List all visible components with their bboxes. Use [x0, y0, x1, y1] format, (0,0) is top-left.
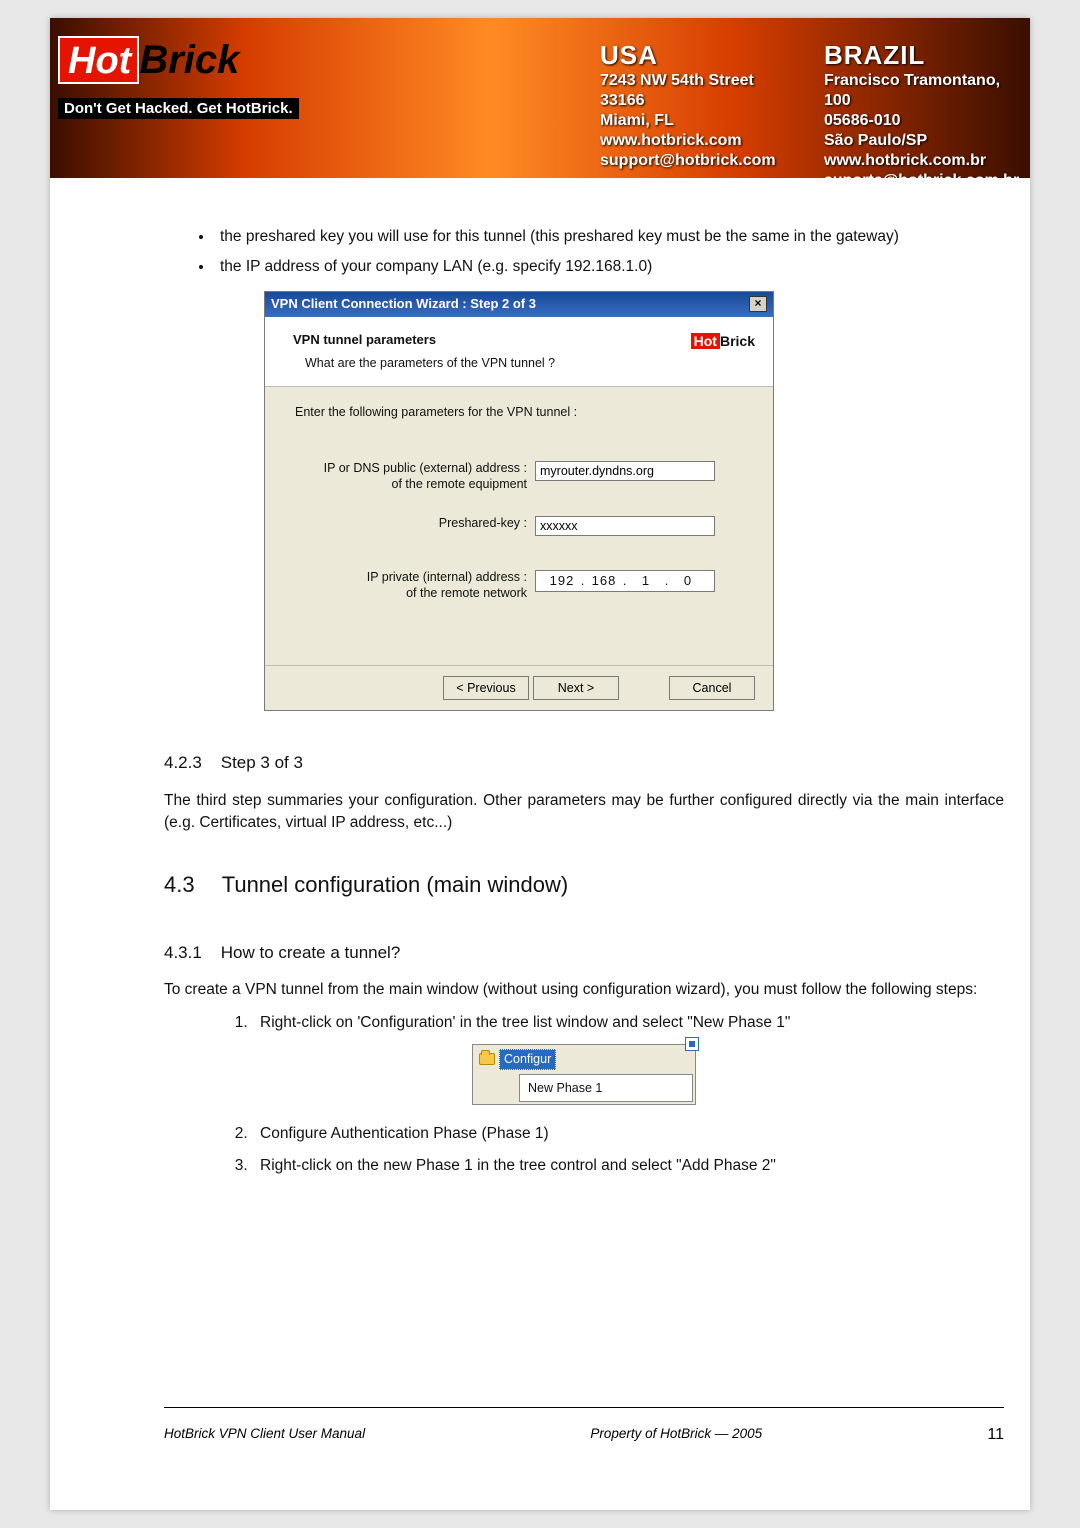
steps-list: Right-click on 'Configuration' in the tr… [252, 1012, 1004, 1034]
addr-usa-l4: www.hotbrick.com [600, 131, 776, 151]
addr-usa-l3: Miami, FL [600, 111, 776, 131]
footer-rule [164, 1407, 1004, 1408]
label-external-address: IP or DNS public (external) address : of… [295, 461, 535, 492]
ip-octet-4: 0 [672, 572, 704, 591]
label-internal-address: IP private (internal) address : of the r… [295, 570, 535, 601]
field-internal-address: IP private (internal) address : of the r… [295, 570, 747, 601]
section-number: 4.3 [164, 869, 216, 901]
context-menu-screenshot: Configur New Phase 1 [472, 1044, 696, 1104]
section-4-3-1-heading: 4.3.1 How to create a tunnel? [164, 941, 1004, 966]
section-4-3-1-body: To create a VPN tunnel from the main win… [164, 979, 1004, 1001]
section-4-2-3-heading: 4.2.3 Step 3 of 3 [164, 751, 1004, 776]
addr-br-l5: suporte@hotbrick.com.br [824, 171, 1030, 178]
section-number: 4.2.3 [164, 751, 216, 776]
header-banner: HotBrick Don't Get Hacked. Get HotBrick.… [50, 18, 1030, 178]
addr-usa-title: USA [600, 40, 776, 71]
wizard-titlebar: VPN Client Connection Wizard : Step 2 of… [265, 292, 773, 317]
page-number: 11 [987, 1426, 1004, 1444]
input-internal-ip[interactable]: 192 . 168 . 1 . 0 [535, 570, 715, 592]
field-external-address: IP or DNS public (external) address : of… [295, 461, 747, 492]
bullet-list: the preshared key you will use for this … [214, 226, 1004, 279]
wizard-heading: VPN tunnel parameters What are the param… [265, 317, 773, 387]
tagline: Don't Get Hacked. Get HotBrick. [58, 98, 299, 119]
cancel-button[interactable]: Cancel [669, 676, 755, 700]
footer-left: HotBrick VPN Client User Manual [164, 1426, 365, 1444]
addr-usa-l5: support@hotbrick.com [600, 151, 776, 171]
logo-hot: Hot [58, 36, 139, 84]
wizard-intro: Enter the following parameters for the V… [295, 403, 747, 421]
section-title: How to create a tunnel? [221, 943, 401, 962]
input-preshared-key[interactable] [535, 516, 715, 536]
step-item: Right-click on 'Configuration' in the tr… [252, 1012, 1004, 1034]
tree-node-icon [685, 1037, 699, 1051]
addr-br-l3: São Paulo/SP [824, 131, 1030, 151]
step-item: Right-click on the new Phase 1 in the tr… [252, 1155, 1004, 1177]
tree-item: Configur [475, 1047, 693, 1071]
page: HotBrick Don't Get Hacked. Get HotBrick.… [50, 18, 1030, 1510]
bullet-item: the preshared key you will use for this … [214, 226, 1004, 248]
wizard-heading-title: VPN tunnel parameters [293, 332, 436, 347]
addr-br-l1: Francisco Tramontano, 100 [824, 71, 1030, 111]
brand-hot: Hot [691, 333, 720, 349]
ip-octet-3: 1 [630, 572, 662, 591]
addr-usa-l1: 7243 NW 54th Street [600, 71, 776, 91]
brand-brick: Brick [720, 333, 755, 349]
wizard-buttons: < Previous Next > Cancel [265, 665, 773, 710]
next-button[interactable]: Next > [533, 676, 619, 700]
wizard-title: VPN Client Connection Wizard : Step 2 of… [271, 295, 536, 314]
content: the preshared key you will use for this … [164, 218, 1004, 1188]
previous-button[interactable]: < Previous [443, 676, 529, 700]
wizard-heading-text: VPN tunnel parameters What are the param… [293, 331, 555, 372]
logo: HotBrick [58, 36, 264, 84]
section-4-2-3-body: The third step summaries your configurat… [164, 790, 1004, 835]
step-item: Configure Authentication Phase (Phase 1) [252, 1123, 1004, 1145]
label-preshared-key: Preshared-key : [295, 516, 535, 532]
section-title: Tunnel configuration (main window) [222, 872, 568, 897]
tree-item-selected[interactable]: Configur [499, 1049, 556, 1069]
address-brazil: BRAZIL Francisco Tramontano, 100 05686-0… [824, 40, 1030, 178]
addr-br-title: BRAZIL [824, 40, 1030, 71]
ip-octet-1: 192 [546, 572, 578, 591]
wizard-dialog: VPN Client Connection Wizard : Step 2 of… [264, 291, 774, 711]
footer: HotBrick VPN Client User Manual Property… [164, 1426, 1004, 1444]
wizard-heading-sub: What are the parameters of the VPN tunne… [305, 354, 555, 372]
addr-br-l4: www.hotbrick.com.br [824, 151, 1030, 171]
close-button[interactable]: × [749, 296, 767, 312]
logo-brick: Brick [139, 40, 239, 80]
folder-icon [479, 1053, 495, 1065]
section-4-3-heading: 4.3 Tunnel configuration (main window) [164, 869, 1004, 901]
ip-octet-2: 168 [588, 572, 620, 591]
wizard-body: Enter the following parameters for the V… [265, 387, 773, 666]
brand-small: HotBrick [691, 331, 755, 351]
input-external-address[interactable] [535, 461, 715, 481]
field-preshared-key: Preshared-key : [295, 516, 747, 536]
steps-list-cont: Configure Authentication Phase (Phase 1)… [252, 1123, 1004, 1178]
bullet-item: the IP address of your company LAN (e.g.… [214, 256, 1004, 278]
address-usa: USA 7243 NW 54th Street 33166 Miami, FL … [600, 40, 776, 171]
section-title: Step 3 of 3 [221, 753, 303, 772]
footer-right: Property of HotBrick — 2005 [590, 1426, 762, 1444]
section-number: 4.3.1 [164, 941, 216, 966]
addr-usa-l2: 33166 [600, 91, 776, 111]
context-menu-item[interactable]: New Phase 1 [519, 1074, 693, 1102]
addr-br-l2: 05686-010 [824, 111, 1030, 131]
